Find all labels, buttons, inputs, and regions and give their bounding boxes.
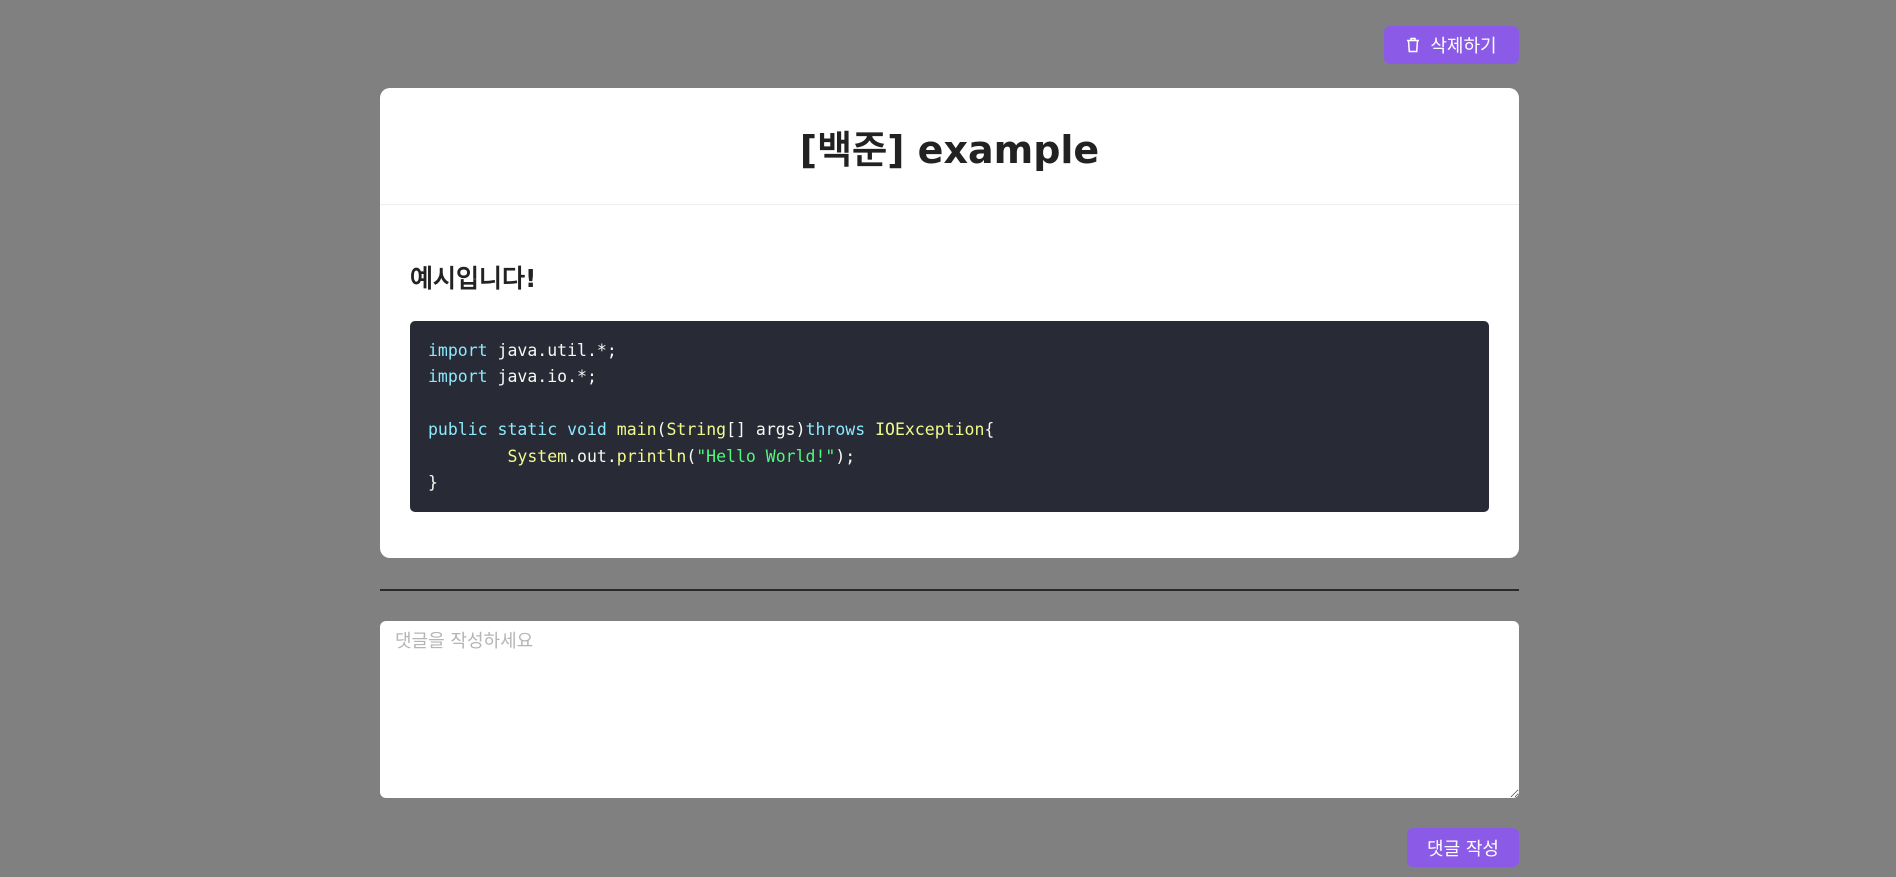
code-line: public static void main(String[] args)th…: [428, 420, 995, 440]
delete-button-label: 삭제하기: [1430, 36, 1497, 57]
code-line: System.out.println("Hello World!");: [507, 446, 856, 466]
submit-comment-button[interactable]: 댓글 작성: [1407, 828, 1519, 867]
code-line: import java.io.*;: [428, 367, 597, 387]
delete-button[interactable]: 삭제하기: [1384, 26, 1519, 64]
comment-input[interactable]: [380, 621, 1519, 798]
code-line: }: [428, 472, 438, 492]
post-card: [백준] example 예시입니다! import java.util.*; i…: [380, 88, 1519, 558]
post-body: 예시입니다! import java.util.*; import java.io…: [380, 205, 1519, 512]
code-line: import java.util.*;: [428, 341, 617, 360]
post-header: [백준] example: [380, 88, 1519, 205]
submit-comment-label: 댓글 작성: [1427, 838, 1499, 860]
post-title: [백준] example: [799, 127, 1100, 172]
trash-icon: [1407, 37, 1420, 53]
top-toolbar: 삭제하기: [380, 26, 1519, 64]
divider: [380, 589, 1519, 591]
code-block: import java.util.*; import java.io.*; pub…: [410, 321, 1489, 512]
post-subtitle: 예시입니다!: [410, 264, 537, 293]
